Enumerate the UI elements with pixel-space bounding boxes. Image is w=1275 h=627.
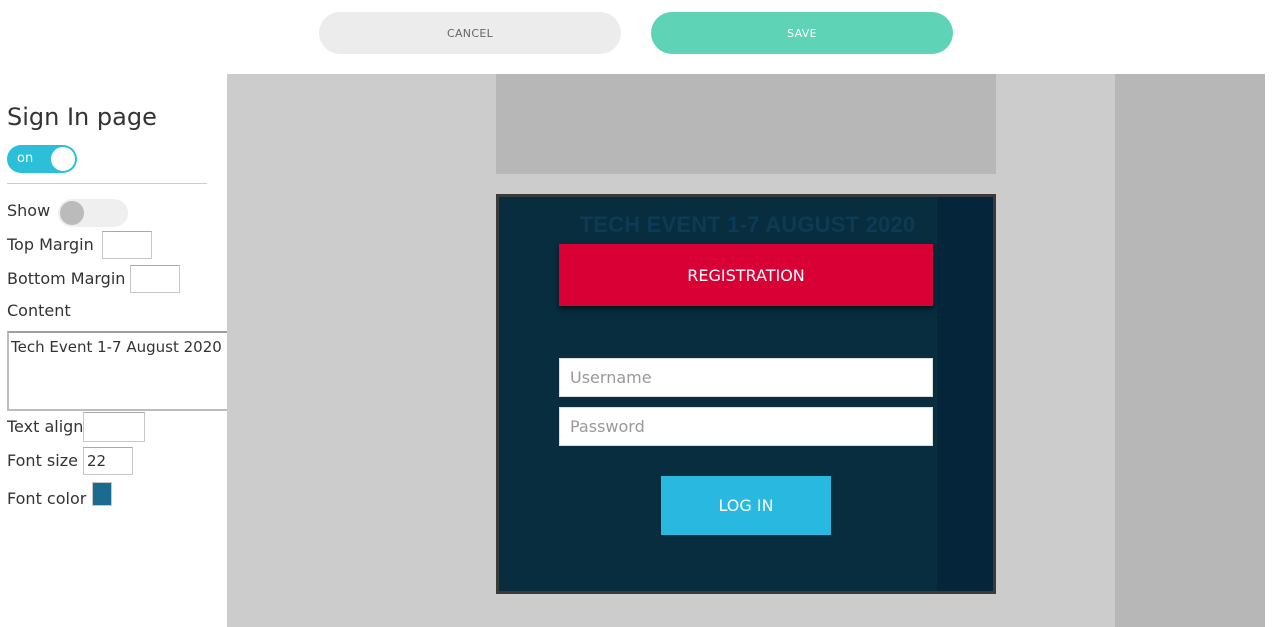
font-size-label: Font size bbox=[7, 451, 78, 470]
cancel-button[interactable]: CANCEL bbox=[319, 12, 621, 54]
top-margin-label: Top Margin bbox=[7, 235, 94, 254]
content-textarea[interactable]: Tech Event 1-7 August 2020 bbox=[7, 331, 233, 411]
username-input[interactable] bbox=[559, 358, 933, 397]
preview-header-placeholder bbox=[496, 74, 996, 174]
show-toggle[interactable] bbox=[58, 199, 128, 227]
bottom-margin-label: Bottom Margin bbox=[7, 269, 126, 288]
text-align-input[interactable] bbox=[83, 412, 145, 442]
registration-button[interactable]: REGISTRATION bbox=[559, 244, 933, 306]
sign-in-box-shade bbox=[937, 197, 993, 591]
password-input[interactable] bbox=[559, 407, 933, 446]
toggle-knob bbox=[51, 147, 75, 171]
font-color-label: Font color bbox=[7, 489, 87, 508]
save-button[interactable]: SAVE bbox=[651, 12, 953, 54]
settings-panel: Sign In page on Show Top Margin Bottom M… bbox=[0, 74, 233, 627]
preview-side-strip bbox=[1115, 74, 1265, 627]
text-align-label: Text align bbox=[7, 417, 84, 436]
font-size-input[interactable] bbox=[83, 447, 133, 475]
font-color-swatch[interactable] bbox=[92, 482, 112, 506]
sign-in-box: TECH EVENT 1-7 AUGUST 2020 REGISTRATION … bbox=[496, 194, 996, 594]
show-toggle-knob bbox=[60, 201, 84, 225]
event-title: TECH EVENT 1-7 AUGUST 2020 bbox=[579, 212, 916, 237]
show-label: Show bbox=[7, 201, 51, 220]
top-margin-input[interactable] bbox=[102, 231, 152, 259]
sign-in-page-toggle[interactable]: on bbox=[7, 145, 77, 173]
bottom-margin-input[interactable] bbox=[130, 265, 180, 293]
panel-title: Sign In page bbox=[7, 103, 157, 131]
top-toolbar: CANCEL SAVE bbox=[0, 0, 1275, 74]
panel-divider bbox=[7, 183, 207, 184]
log-in-button[interactable]: LOG IN bbox=[661, 476, 831, 535]
toggle-state-label: on bbox=[17, 151, 34, 166]
content-label: Content bbox=[7, 301, 71, 320]
